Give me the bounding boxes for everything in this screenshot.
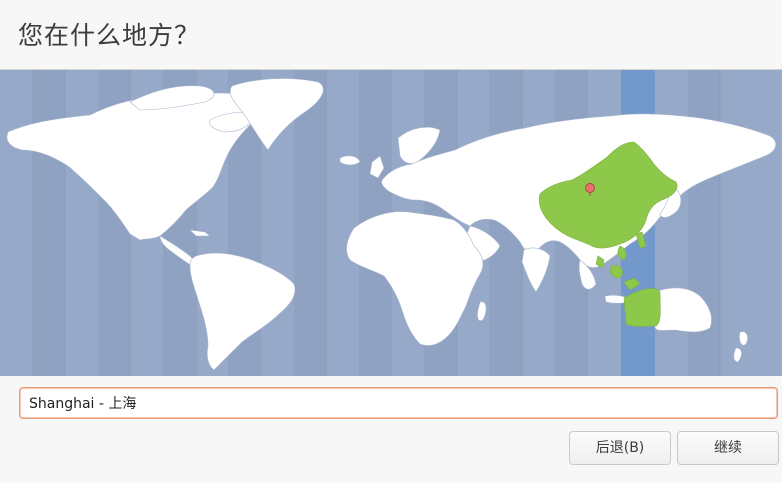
timezone-map[interactable] [0, 69, 782, 376]
continue-button[interactable]: 继续 [677, 431, 779, 465]
back-button[interactable]: 后退(B) [569, 431, 671, 465]
page-title: 您在什么地方？ [18, 21, 201, 50]
timezone-input[interactable] [19, 387, 778, 419]
